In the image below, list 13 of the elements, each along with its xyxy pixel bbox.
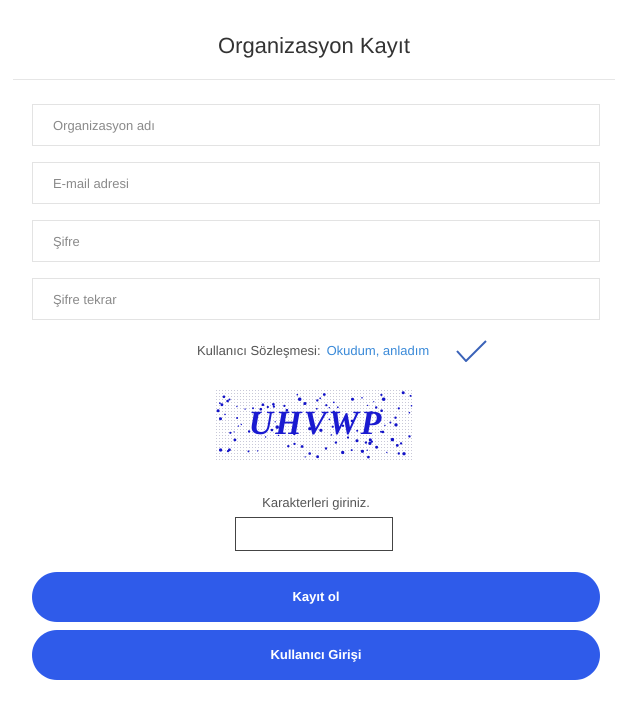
password-field[interactable]: Şifre xyxy=(32,220,600,262)
user-login-button[interactable]: Kullanıcı Girişi xyxy=(32,630,600,680)
agreement-link[interactable]: Okudum, anladım xyxy=(326,341,430,361)
agreement-label: Kullanıcı Sözleşmesi: xyxy=(197,342,321,360)
page-title: Organizasyon Kayıt xyxy=(218,32,410,60)
captcha-prompt: Karakterleri giriniz. xyxy=(262,494,370,512)
captcha-input-field[interactable] xyxy=(234,517,392,551)
password-repeat-field[interactable]: Şifre tekrar xyxy=(32,278,600,320)
checkmark-icon[interactable] xyxy=(456,340,488,362)
organization-name-field[interactable]: Organizasyon adı xyxy=(32,104,600,146)
register-button[interactable]: Kayıt ol xyxy=(32,572,600,622)
captcha-text: UHVWP xyxy=(248,405,384,442)
email-field[interactable]: E-mail adresi xyxy=(32,162,600,204)
